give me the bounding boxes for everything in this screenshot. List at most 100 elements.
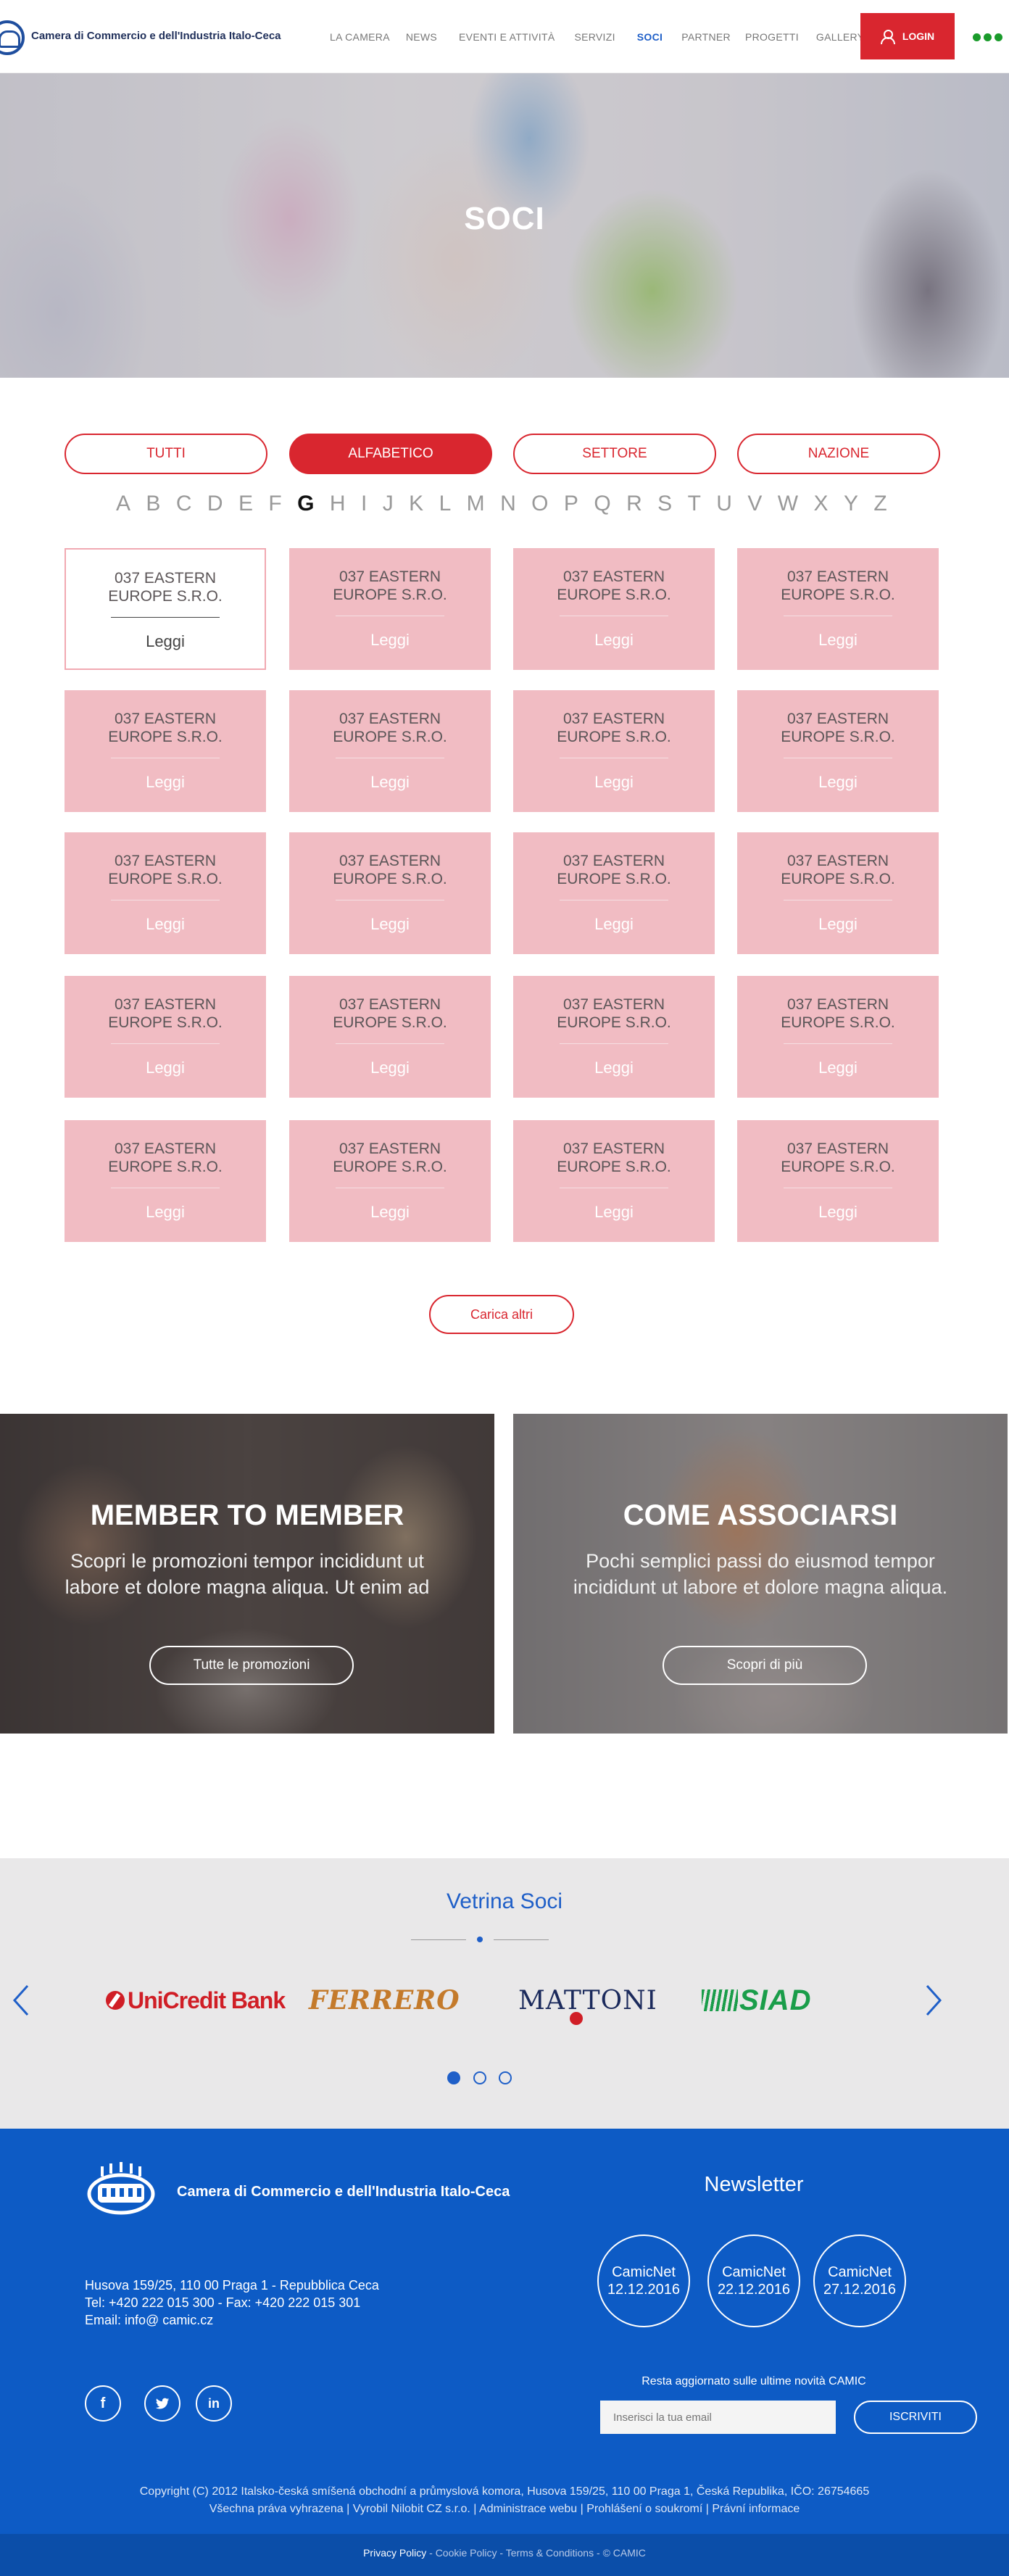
nav-progetti[interactable]: PROGETTI [745,31,799,43]
member-card[interactable]: 037 EASTERN EUROPE S.R.O. Leggi [65,832,266,954]
carousel-dot[interactable] [447,2071,460,2084]
letter-k[interactable]: K [409,492,423,516]
login-button[interactable]: LOGIN [860,13,955,59]
chevron-left-icon[interactable] [12,1984,30,2017]
member-card[interactable]: 037 EASTERN EUROPE S.R.O. Leggi [737,976,939,1098]
nav-servizi[interactable]: SERVIZI [574,31,615,43]
nav-eventi[interactable]: EVENTI E ATTIVITÀ [459,31,555,43]
letter-b[interactable]: B [146,492,160,516]
member-card[interactable]: 037 EASTERN EUROPE S.R.O. Leggi [513,832,715,954]
letter-g[interactable]: G [297,492,314,516]
letter-o[interactable]: O [531,492,548,516]
letter-n[interactable]: N [500,492,516,516]
read-more-link[interactable]: Leggi [146,1059,185,1077]
nav-news[interactable]: NEWS [406,31,437,43]
nav-la-camera[interactable]: LA CAMERA [330,31,390,43]
letter-y[interactable]: Y [844,492,858,516]
letter-x[interactable]: X [814,492,829,516]
read-more-link[interactable]: Leggi [818,1059,858,1077]
letter-c[interactable]: C [176,492,192,516]
load-more-button[interactable]: Carica altri [429,1295,574,1334]
letter-f[interactable]: F [268,492,281,516]
letter-m[interactable]: M [467,492,485,516]
read-more-link[interactable]: Leggi [594,915,634,934]
letter-l[interactable]: L [439,492,452,516]
subscribe-button[interactable]: ISCRIVITI [854,2401,977,2434]
brand-logo-ferrero[interactable]: FERRERO [309,1985,460,2016]
newsletter-email-input[interactable] [600,2401,836,2434]
member-card[interactable]: 037 EASTERN EUROPE S.R.O. Leggi [513,548,715,670]
read-more-link[interactable]: Leggi [146,915,185,934]
twitter-icon[interactable] [144,2385,180,2422]
promo-button[interactable]: Tutte le promozioni [149,1646,354,1685]
read-more-link[interactable]: Leggi [370,915,410,934]
facebook-icon[interactable]: f [85,2385,121,2422]
read-more-link[interactable]: Leggi [818,631,858,650]
nav-partner[interactable]: PARTNER [681,31,731,43]
brand-logo-siad[interactable]: SIAD [702,1984,812,2016]
letter-t[interactable]: T [688,492,701,516]
brand-logo-unicredit[interactable]: UniCredit Bank [106,1986,286,2015]
brand-logo-mattoni[interactable]: MATTONI [518,1986,657,2025]
footer-email[interactable]: Email: info@ camic.cz [85,2311,379,2329]
member-card[interactable]: 037 EASTERN EUROPE S.R.O. Leggi [289,832,491,954]
member-card[interactable]: 037 EASTERN EUROPE S.R.O. Leggi [513,976,715,1098]
letter-e[interactable]: E [238,492,253,516]
member-card[interactable]: 037 EASTERN EUROPE S.R.O. Leggi [737,690,939,812]
logo-icon[interactable] [0,20,25,55]
read-more-link[interactable]: Leggi [594,773,634,792]
letter-s[interactable]: S [657,492,672,516]
read-more-link[interactable]: Leggi [370,1203,410,1222]
member-card[interactable]: 037 EASTERN EUROPE S.R.O. Leggi [65,1120,266,1242]
letter-j[interactable]: J [383,492,394,516]
more-menu-icon[interactable] [973,33,1005,41]
member-card[interactable]: 037 EASTERN EUROPE S.R.O. Leggi [65,690,266,812]
link-cookie[interactable]: Cookie Policy [436,2547,497,2559]
letter-p[interactable]: P [564,492,578,516]
read-more-link[interactable]: Leggi [146,773,185,792]
letter-q[interactable]: Q [594,492,610,516]
letter-d[interactable]: D [207,492,223,516]
read-more-link[interactable]: Leggi [146,632,185,651]
letter-h[interactable]: H [330,492,346,516]
member-card[interactable]: 037 EASTERN EUROPE S.R.O. Leggi [289,548,491,670]
letter-v[interactable]: V [747,492,762,516]
member-card[interactable]: 037 EASTERN EUROPE S.R.O. Leggi [289,1120,491,1242]
camicnet-badge[interactable]: CamicNet 22.12.2016 [707,2235,800,2327]
member-card[interactable]: 037 EASTERN EUROPE S.R.O. Leggi [289,690,491,812]
carousel-dot[interactable] [473,2071,486,2084]
filter-alfabetico[interactable]: ALFABETICO [289,434,492,474]
carousel-dot[interactable] [499,2071,512,2084]
member-card[interactable]: 037 EASTERN EUROPE S.R.O. Leggi [737,832,939,954]
read-more-link[interactable]: Leggi [818,915,858,934]
read-more-link[interactable]: Leggi [594,631,634,650]
read-more-link[interactable]: Leggi [818,773,858,792]
linkedin-icon[interactable]: in [196,2385,232,2422]
member-card[interactable]: 037 EASTERN EUROPE S.R.O. Leggi [513,690,715,812]
letter-w[interactable]: W [778,492,798,516]
link-terms[interactable]: Terms & Conditions [506,2547,594,2559]
chevron-right-icon[interactable] [924,1984,943,2017]
read-more-link[interactable]: Leggi [370,773,410,792]
read-more-link[interactable]: Leggi [594,1059,634,1077]
nav-soci[interactable]: SOCI [637,31,663,43]
letter-i[interactable]: I [361,492,367,516]
read-more-link[interactable]: Leggi [370,631,410,650]
letter-a[interactable]: A [116,492,130,516]
read-more-link[interactable]: Leggi [370,1059,410,1077]
camicnet-badge[interactable]: CamicNet 12.12.2016 [597,2235,690,2327]
member-card[interactable]: 037 EASTERN EUROPE S.R.O. Leggi [289,976,491,1098]
read-more-link[interactable]: Leggi [594,1203,634,1222]
filter-settore[interactable]: SETTORE [513,434,716,474]
letter-z[interactable]: Z [873,492,886,516]
promo-button[interactable]: Scopri di più [663,1646,867,1685]
filter-tutti[interactable]: TUTTI [65,434,267,474]
nav-gallery[interactable]: GALLERY [816,31,864,43]
read-more-link[interactable]: Leggi [818,1203,858,1222]
letter-u[interactable]: U [716,492,732,516]
filter-nazione[interactable]: NAZIONE [737,434,940,474]
read-more-link[interactable]: Leggi [146,1203,185,1222]
member-card[interactable]: 037 EASTERN EUROPE S.R.O. Leggi [513,1120,715,1242]
member-card[interactable]: 037 EASTERN EUROPE S.R.O. Leggi [65,976,266,1098]
letter-r[interactable]: R [626,492,642,516]
